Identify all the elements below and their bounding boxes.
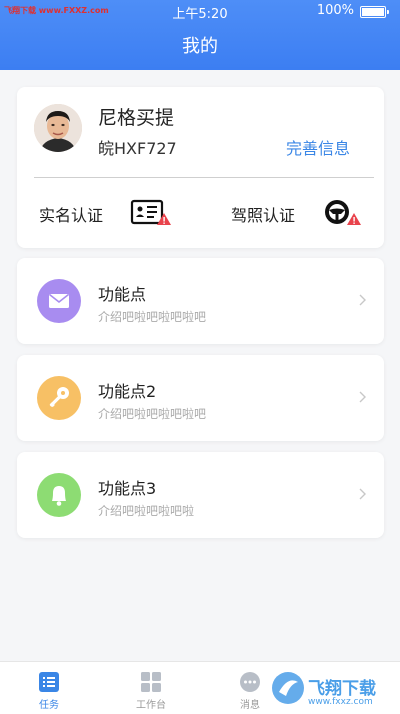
feature-desc: 介绍吧啦吧啦吧啦吧 (98, 407, 207, 421)
chevron-right-icon (359, 488, 366, 500)
steering-wheel-icon[interactable] (321, 197, 361, 227)
battery-percent: 100% (316, 3, 354, 18)
mail-icon (37, 279, 81, 323)
feature-title: 功能点 (98, 285, 147, 304)
feature-card-2[interactable]: 功能点2 介绍吧啦吧啦吧啦吧 (17, 355, 384, 441)
user-name: 尼格买提 (98, 107, 175, 129)
tab-label: 工作台 (136, 700, 166, 711)
watermark-text: 飞翔下载 (308, 679, 376, 699)
list-icon (39, 672, 59, 692)
feature-card-3[interactable]: 功能点3 介绍吧啦吧啦吧啦 (17, 452, 384, 538)
avatar[interactable] (34, 104, 82, 152)
status-bar: 飞翔下载 www.FXXZ.com 上午5:20 100% (0, 0, 400, 22)
real-name-verify-label[interactable]: 实名认证 (39, 202, 103, 226)
watermark-url: www.fxxz.com (308, 697, 373, 707)
bell-icon (37, 473, 81, 517)
feature-card-1[interactable]: 功能点 介绍吧啦吧啦吧啦吧 (17, 258, 384, 344)
tab-tasks[interactable]: 任务 (9, 662, 89, 714)
divider (34, 177, 374, 178)
key-icon (37, 376, 81, 420)
complete-info-link[interactable]: 完善信息 (286, 135, 350, 159)
battery-icon (360, 6, 389, 18)
chevron-right-icon (359, 391, 366, 403)
feature-title: 功能点3 (98, 479, 157, 498)
profile-card: 尼格买提 皖HXF727 完善信息 实名认证 驾照认证 (17, 87, 384, 248)
license-plate: 皖HXF727 (98, 139, 177, 158)
feature-desc: 介绍吧啦吧啦吧啦吧 (98, 310, 207, 324)
feature-desc: 介绍吧啦吧啦吧啦 (98, 504, 195, 518)
chevron-right-icon (359, 294, 366, 306)
tab-label: 任务 (39, 700, 59, 711)
license-verify-label[interactable]: 驾照认证 (231, 202, 295, 226)
feature-title: 功能点2 (98, 382, 157, 401)
grid-icon (141, 672, 161, 692)
app-header: 飞翔下载 www.FXXZ.com 上午5:20 100% 我的 (0, 0, 400, 70)
id-card-icon[interactable] (130, 197, 172, 227)
page-title: 我的 (182, 36, 218, 57)
watermark-bottom: 飞翔下载 www.fxxz.com (268, 664, 400, 713)
tab-workbench[interactable]: 工作台 (111, 662, 191, 714)
watermark-logo-icon (272, 672, 304, 704)
chat-icon (240, 672, 260, 692)
